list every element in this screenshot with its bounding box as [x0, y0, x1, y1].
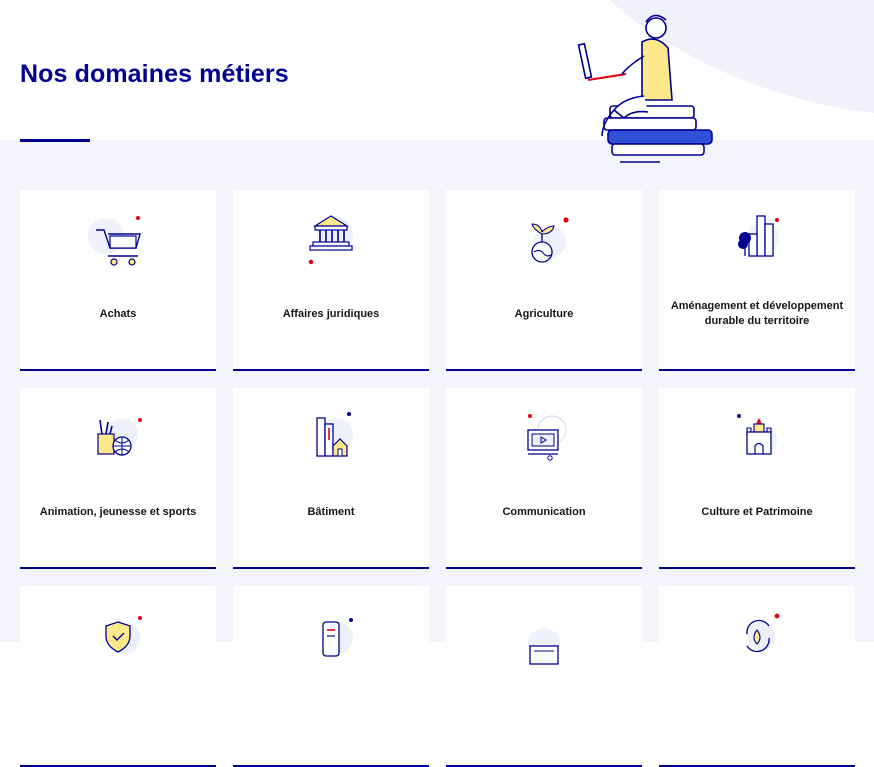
domain-card-agriculture[interactable]: Agriculture [446, 190, 642, 371]
domain-label [669, 682, 845, 738]
document-roll-icon [295, 604, 367, 668]
domain-label: Culture et Patrimoine [701, 505, 813, 518]
domain-label: Animation, jeunesse et sports [39, 505, 197, 518]
domain-card-9[interactable] [20, 586, 216, 767]
courthouse-icon [295, 208, 367, 272]
shield-check-icon [82, 604, 154, 668]
video-screen-icon [508, 406, 580, 470]
domain-label: Affaires juridiques [282, 307, 380, 320]
domain-card-amenagement[interactable]: Aménagement et développement durable du … [659, 190, 855, 371]
buildings-house-icon [295, 406, 367, 470]
eco-cycle-icon [721, 604, 793, 668]
domain-card-achats[interactable]: Achats [20, 190, 216, 371]
domain-card-culture-patrimoine[interactable]: Culture et Patrimoine [659, 388, 855, 569]
castle-icon [721, 406, 793, 470]
domain-card-communication[interactable]: Communication [446, 388, 642, 569]
sports-icon [82, 406, 154, 470]
domain-label: Agriculture [514, 307, 574, 320]
domain-card-animation-jeunesse-sports[interactable]: Animation, jeunesse et sports [20, 388, 216, 569]
domain-card-affaires-juridiques[interactable]: Affaires juridiques [233, 190, 429, 371]
domain-label [243, 682, 419, 738]
domain-label [30, 682, 206, 738]
domain-card-11[interactable] [446, 586, 642, 767]
domain-card-12[interactable] [659, 586, 855, 767]
domain-label: Communication [502, 505, 586, 518]
title-underline [20, 139, 90, 142]
domain-label [456, 682, 632, 738]
domain-label: Bâtiment [307, 505, 355, 518]
domain-card-10[interactable] [233, 586, 429, 767]
monitor-icon [508, 604, 580, 668]
reading-person-illustration [577, 14, 713, 163]
domains-grid: Achats Affaires juridiques Agriculture A… [20, 190, 855, 767]
domain-label: Achats [99, 307, 137, 320]
plant-globe-icon [508, 208, 580, 272]
page-title: Nos domaines métiers [20, 60, 289, 88]
domain-card-batiment[interactable]: Bâtiment [233, 388, 429, 569]
domain-label: Aménagement et développement durable du … [670, 300, 844, 327]
city-tree-icon [721, 208, 793, 272]
shopping-cart-icon [82, 208, 154, 272]
